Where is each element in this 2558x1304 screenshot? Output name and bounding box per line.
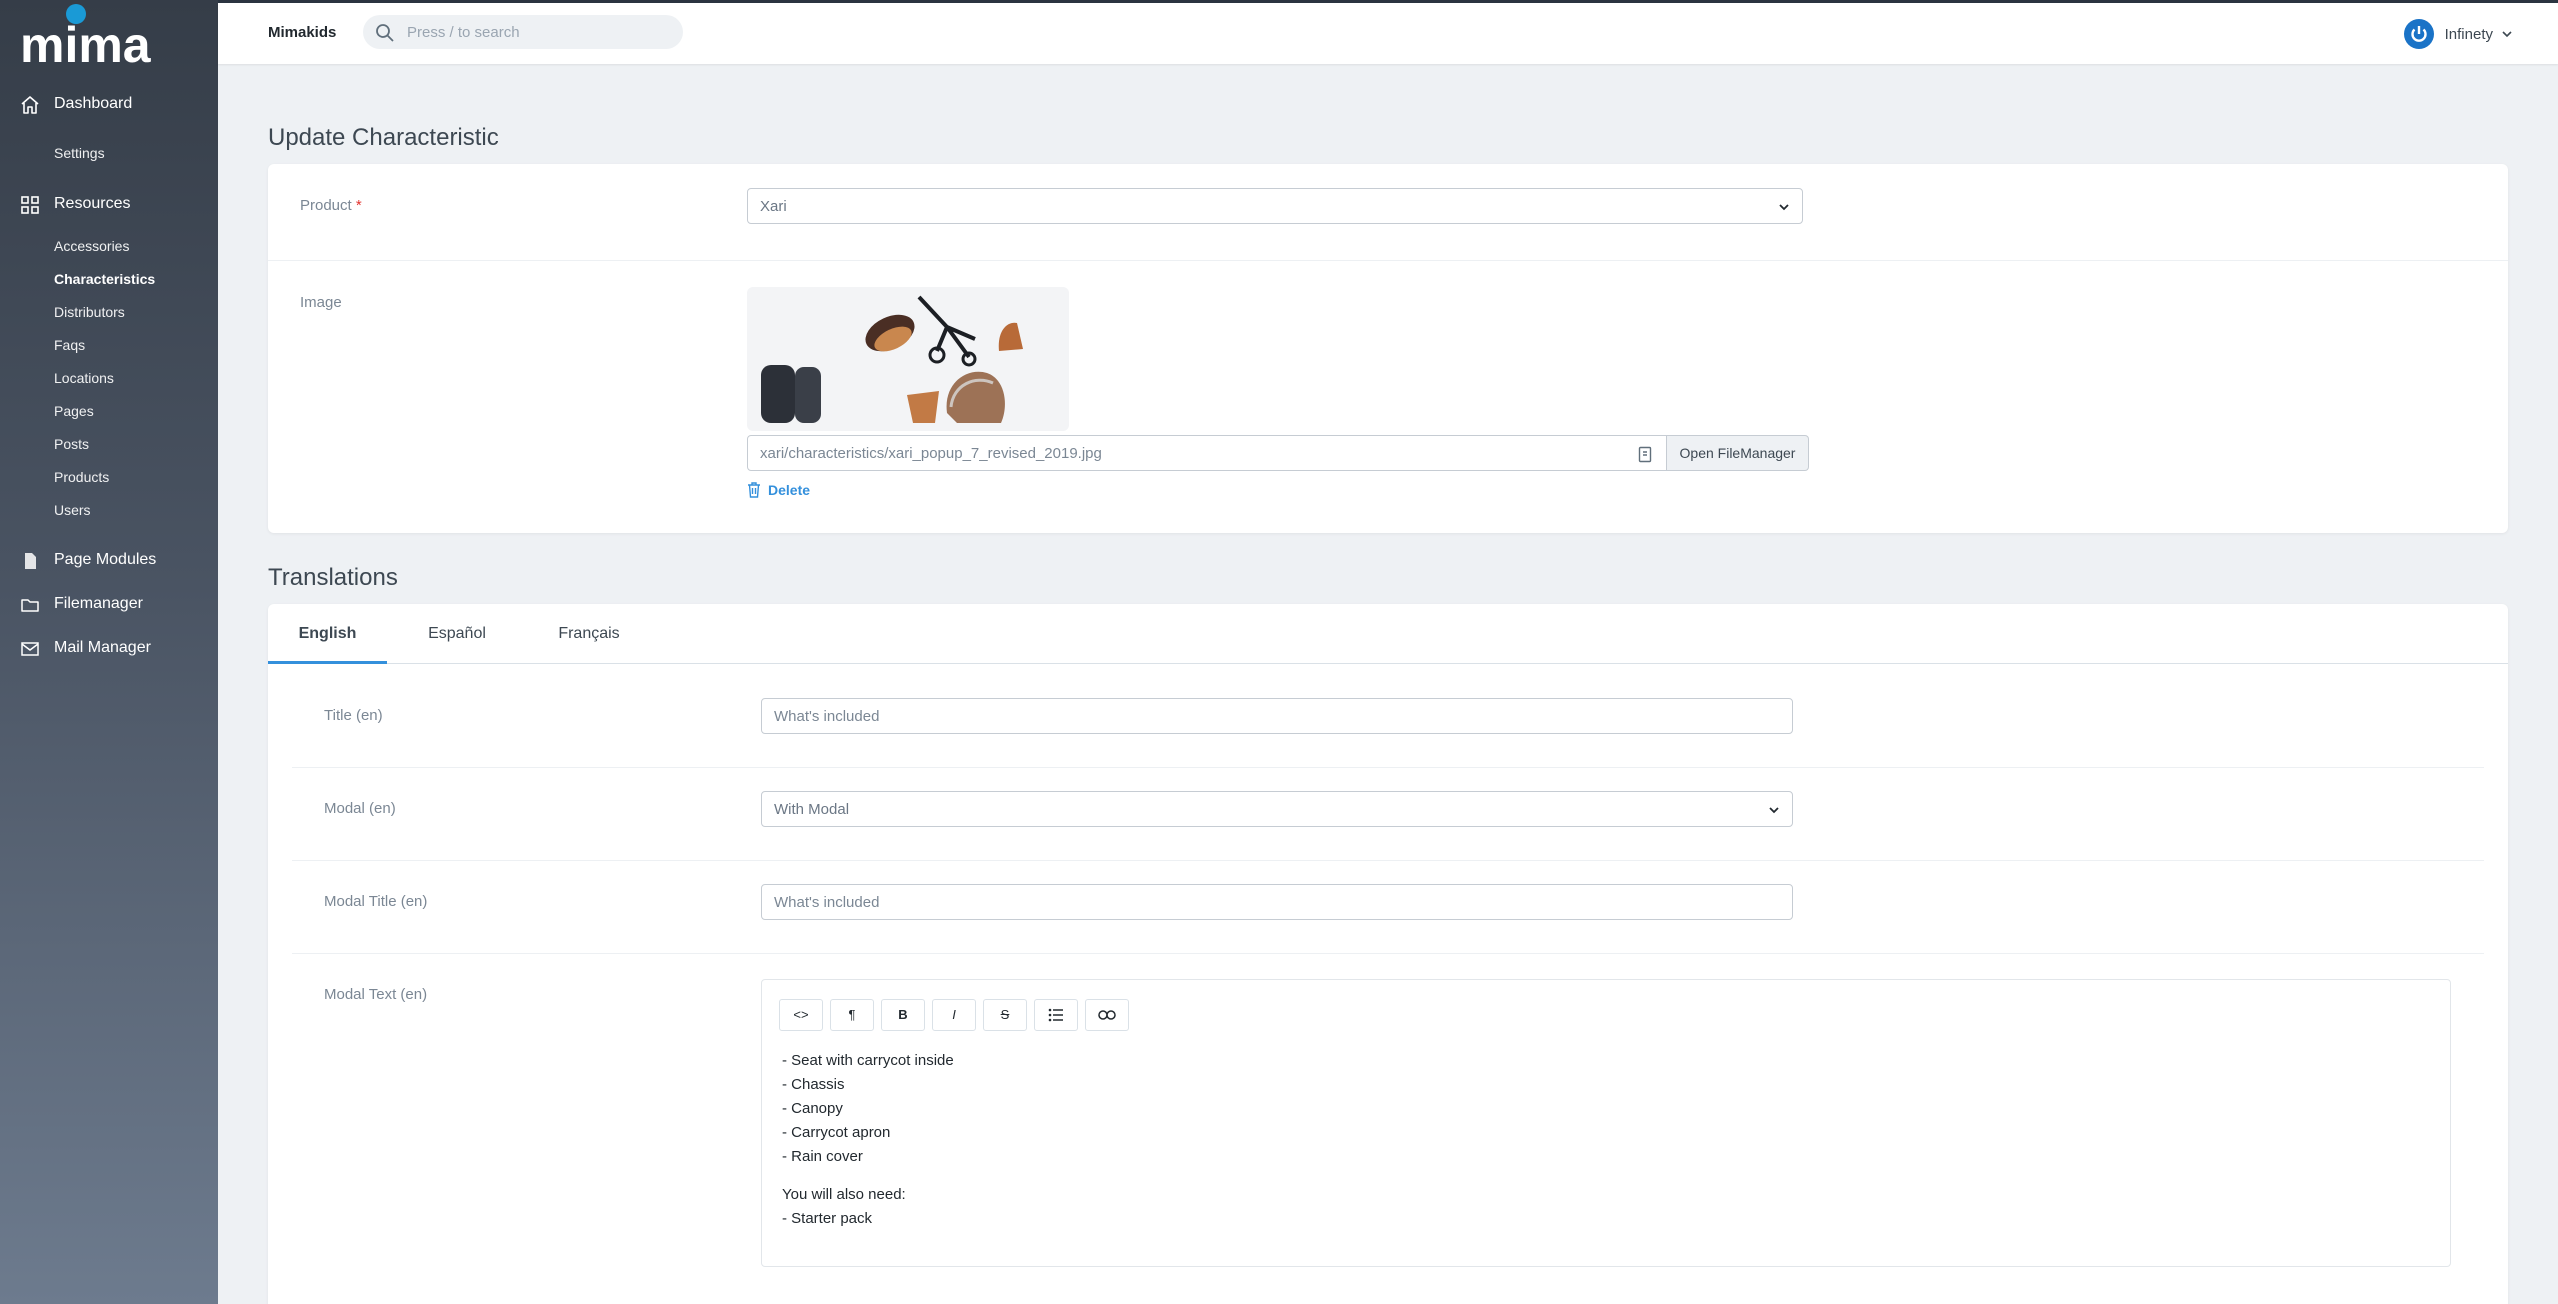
- nav-mail-manager[interactable]: Mail Manager: [0, 632, 218, 664]
- editor-line: - Starter pack: [782, 1210, 873, 1227]
- nav-page-modules[interactable]: Page Modules: [0, 544, 218, 576]
- modal-text-en-label: Modal Text (en): [324, 986, 428, 1003]
- link-button[interactable]: [1085, 999, 1129, 1031]
- divider: [292, 953, 2484, 954]
- search-input[interactable]: Press / to search: [363, 15, 683, 49]
- sidebar-item-products[interactable]: Products: [54, 469, 109, 485]
- translations-card: English Español Français Title (en) What…: [268, 604, 2508, 1304]
- nav-page-modules-label: Page Modules: [54, 551, 157, 568]
- image-label: Image: [300, 294, 342, 311]
- nav-filemanager[interactable]: Filemanager: [0, 588, 218, 620]
- sidebar-item-characteristics[interactable]: Characteristics: [54, 271, 155, 287]
- link-icon: [1098, 1010, 1116, 1020]
- nav-mail-manager-label: Mail Manager: [54, 639, 151, 656]
- chevron-down-icon: [1779, 204, 1789, 211]
- nav-settings[interactable]: Settings: [54, 145, 105, 161]
- modal-en-value: With Modal: [774, 801, 850, 818]
- editor-line: - Chassis: [782, 1076, 845, 1093]
- home-icon: [21, 96, 39, 114]
- divider: [268, 260, 2508, 261]
- bullet-list-button[interactable]: [1034, 999, 1078, 1031]
- modal-title-en-value: What's included: [774, 894, 880, 911]
- editor-line: - Carrycot apron: [782, 1124, 891, 1141]
- sidebar-item-pages[interactable]: Pages: [54, 403, 94, 419]
- tab-english[interactable]: English: [268, 604, 387, 664]
- code-view-button[interactable]: <>: [779, 999, 823, 1031]
- sidebar-item-faqs[interactable]: Faqs: [54, 337, 85, 353]
- sidebar-item-accessories[interactable]: Accessories: [54, 238, 129, 254]
- nav-dashboard-label: Dashboard: [54, 95, 133, 112]
- editor-line: - Canopy: [782, 1100, 843, 1117]
- trash-icon: [748, 482, 760, 498]
- mail-icon: [21, 642, 39, 656]
- modal-text-editor[interactable]: <> ¶ B I S - Seat with carrycot inside -…: [761, 979, 2451, 1267]
- sidebar-item-locations[interactable]: Locations: [54, 370, 114, 386]
- page-title: Update Characteristic: [268, 124, 499, 151]
- mima-logo[interactable]: mima: [20, 2, 170, 64]
- tab-francais[interactable]: Français: [526, 604, 652, 664]
- nav-resources[interactable]: Resources: [0, 188, 218, 220]
- copy-icon[interactable]: [1638, 445, 1652, 463]
- modal-en-select[interactable]: With Modal: [761, 791, 1793, 827]
- modal-title-en-label: Modal Title (en): [324, 893, 428, 910]
- product-accessories-image: [761, 295, 1023, 423]
- folder-icon: [21, 599, 39, 612]
- brand-name[interactable]: Mimakids: [268, 24, 336, 41]
- user-name: Infinety: [2444, 25, 2493, 43]
- document-icon: [25, 553, 36, 569]
- divider: [292, 767, 2484, 768]
- paragraph-button[interactable]: ¶: [830, 999, 874, 1031]
- nav-filemanager-label: Filemanager: [54, 595, 143, 612]
- power-avatar-icon: [2403, 19, 2434, 49]
- editor-line: - Seat with carrycot inside: [782, 1052, 954, 1069]
- editor-line: - Rain cover: [782, 1148, 863, 1165]
- chevron-down-icon: [2502, 31, 2512, 38]
- header: Mimakids Press / to search Infinety: [218, 3, 2558, 64]
- modal-en-label: Modal (en): [324, 800, 396, 817]
- delete-label: Delete: [768, 482, 811, 498]
- strikethrough-button[interactable]: S: [983, 999, 1027, 1031]
- open-filemanager-button[interactable]: Open FileManager: [1667, 435, 1809, 471]
- sidebar-item-posts[interactable]: Posts: [54, 436, 89, 452]
- bold-button[interactable]: B: [881, 999, 925, 1031]
- title-en-value: What's included: [774, 708, 880, 725]
- product-select[interactable]: Xari: [747, 188, 1803, 224]
- product-select-value: Xari: [760, 198, 787, 215]
- user-menu[interactable]: Infinety: [2403, 18, 2513, 50]
- delete-image-button[interactable]: Delete: [747, 482, 810, 498]
- grid-icon: [21, 196, 39, 214]
- sidebar-item-users[interactable]: Users: [54, 502, 91, 518]
- translations-title: Translations: [268, 564, 398, 591]
- image-path-value: xari/characteristics/xari_popup_7_revise…: [760, 445, 1102, 462]
- chevron-down-icon: [1769, 807, 1779, 814]
- modal-title-en-input[interactable]: What's included: [761, 884, 1793, 920]
- image-preview[interactable]: [747, 287, 1069, 431]
- title-en-input[interactable]: What's included: [761, 698, 1793, 734]
- language-tabs: English Español Français: [268, 604, 2508, 664]
- sidebar: mima Dashboard Settings Resources Access…: [0, 0, 218, 1304]
- product-label: Product *: [300, 197, 362, 214]
- title-en-label: Title (en): [324, 707, 383, 724]
- image-path-field[interactable]: xari/characteristics/xari_popup_7_revise…: [747, 435, 1667, 471]
- svg-text:mima: mima: [20, 17, 152, 64]
- divider: [292, 860, 2484, 861]
- sidebar-item-distributors[interactable]: Distributors: [54, 304, 125, 320]
- search-placeholder: Press / to search: [407, 24, 520, 41]
- search-icon: [376, 24, 394, 42]
- tab-espanol[interactable]: Español: [388, 604, 526, 664]
- nav-resources-label: Resources: [54, 195, 131, 212]
- nav-dashboard[interactable]: Dashboard: [0, 88, 218, 120]
- characteristic-form-card: Product * Xari Image xari/characteristic…: [268, 164, 2508, 533]
- list-icon: [1048, 1008, 1063, 1022]
- editor-line: You will also need:: [782, 1186, 906, 1203]
- italic-button[interactable]: I: [932, 999, 976, 1031]
